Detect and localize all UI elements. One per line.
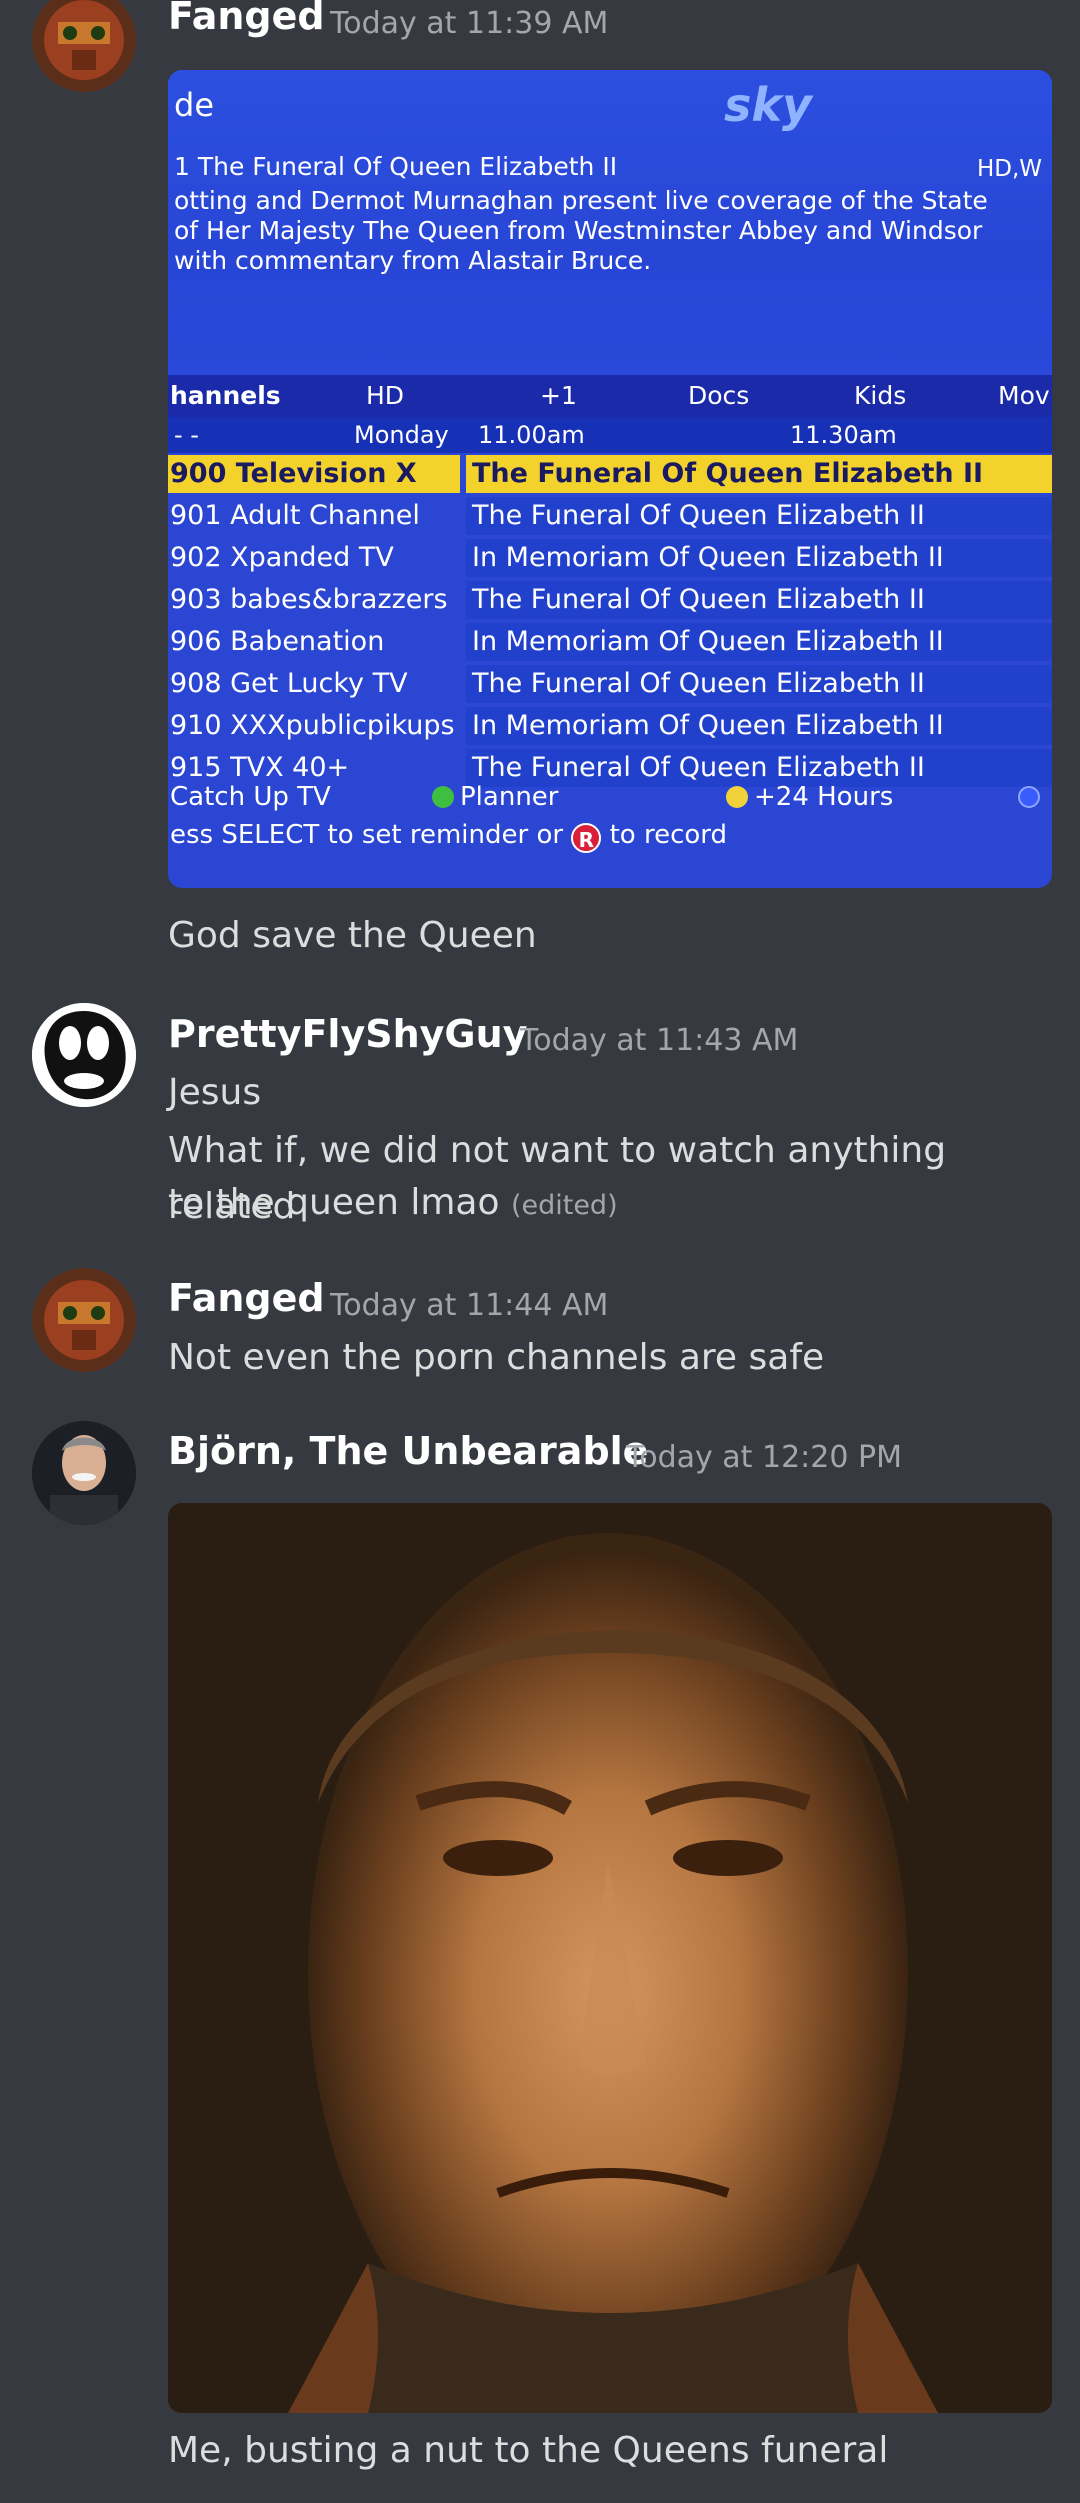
tv-tab: Docs [688, 381, 750, 410]
edited-tag: (edited) [510, 1190, 618, 1221]
tv-row: 906 Babenation In Memoriam Of Queen Eliz… [168, 623, 1052, 663]
instruction-part: to record [609, 820, 728, 850]
message-text: Not even the porn channels are safe [168, 1337, 825, 1378]
message-text-line: to the queen lmao (edited) [168, 1175, 1048, 1234]
program-name: The Funeral Of Queen Elizabeth II [466, 581, 1052, 619]
plus24-text: +24 Hours [754, 782, 894, 812]
avatar[interactable] [32, 1003, 136, 1107]
program-name: The Funeral Of Queen Elizabeth II [466, 665, 1052, 703]
channel-name: 902 Xpanded TV [170, 542, 394, 573]
author-name[interactable]: PrettyFlyShyGuy [168, 1012, 527, 1056]
author-name[interactable]: Fanged [168, 0, 325, 38]
tv-footer: Catch Up TV Planner +24 Hours [168, 782, 1052, 816]
program-name: In Memoriam Of Queen Elizabeth II [466, 707, 1052, 745]
author-name[interactable]: Fanged [168, 1276, 325, 1320]
channel-name: 903 babes&brazzers [170, 584, 448, 615]
channel-name: 900 Television X [168, 455, 460, 493]
channel-name: 908 Get Lucky TV [170, 668, 408, 699]
tv-tab: hannels [170, 381, 281, 410]
message-caption: Me, busting a nut to the Queens funeral [168, 2430, 889, 2471]
planner-label: Planner [432, 782, 558, 812]
instruction-part: ess SELECT to set reminder or [170, 820, 564, 850]
tv-guide-image[interactable]: de sky 1 The Funeral Of Queen Elizabeth … [168, 70, 1052, 888]
avatar[interactable] [32, 1268, 136, 1372]
program-name: The Funeral Of Queen Elizabeth II [466, 455, 1052, 493]
tv-tab: Kids [854, 381, 907, 410]
timestamp: Today at 12:20 PM [626, 1440, 902, 1475]
tv-tab: HD [366, 381, 405, 410]
timestamp: Today at 11:43 AM [520, 1023, 799, 1058]
avatar[interactable] [32, 1421, 136, 1525]
message-text-part: to the queen lmao [168, 1182, 500, 1223]
tv-footer-instructions: ess SELECT to set reminder or R to recor… [168, 820, 1052, 854]
tv-desc-line: of Her Majesty The Queen from Westminste… [174, 216, 983, 245]
tv-desc-line: with commentary from Alastair Bruce. [174, 246, 652, 275]
planner-text: Planner [460, 782, 559, 812]
tv-desc-line: otting and Dermot Murnaghan present live… [174, 186, 988, 215]
green-dot-icon [432, 786, 454, 808]
message-image[interactable] [168, 1503, 1052, 2413]
tv-row: 901 Adult Channel The Funeral Of Queen E… [168, 497, 1052, 537]
message-caption: God save the Queen [168, 915, 537, 956]
tv-program-title: 1 The Funeral Of Queen Elizabeth II [174, 152, 618, 181]
plus24-label: +24 Hours [726, 782, 893, 812]
blue-dot-label [1018, 782, 1046, 812]
tv-info-panel: de sky 1 The Funeral Of Queen Elizabeth … [168, 70, 1052, 375]
tv-time-bar: - - Monday 11.00am 11.30am [168, 417, 1052, 453]
instruction-text: ess SELECT to set reminder or R to recor… [170, 820, 727, 853]
tv-header: de [174, 86, 214, 124]
channel-name: 910 XXXpublicpikups [170, 710, 455, 741]
tv-hdw: HD,W [976, 156, 1042, 182]
channel-name: 901 Adult Channel [170, 500, 420, 531]
channel-name: 906 Babenation [170, 626, 385, 657]
tv-row: 900 Television X The Funeral Of Queen El… [168, 455, 1052, 495]
tv-day: Monday [354, 421, 449, 449]
tv-time: 11.00am [478, 421, 585, 449]
avatar[interactable] [32, 0, 136, 92]
author-name[interactable]: Björn, The Unbearable [168, 1429, 648, 1473]
tv-tabs: hannels HD +1 Docs Kids Mov [168, 375, 1052, 417]
program-name: In Memoriam Of Queen Elizabeth II [466, 623, 1052, 661]
catch-up-label: Catch Up TV [170, 782, 331, 812]
tv-tab: +1 [540, 381, 577, 410]
sky-logo: sky [724, 78, 812, 132]
tv-row: 910 XXXpublicpikups In Memoriam Of Queen… [168, 707, 1052, 747]
tv-day-marker: - - [174, 421, 199, 449]
program-name: In Memoriam Of Queen Elizabeth II [466, 539, 1052, 577]
tv-description: otting and Dermot Murnaghan present live… [174, 186, 1044, 276]
program-name: The Funeral Of Queen Elizabeth II [466, 497, 1052, 535]
tv-row: 903 babes&brazzers The Funeral Of Queen … [168, 581, 1052, 621]
timestamp: Today at 11:39 AM [330, 6, 609, 41]
tv-row: 902 Xpanded TV In Memoriam Of Queen Eliz… [168, 539, 1052, 579]
record-icon: R [571, 823, 602, 853]
yellow-dot-icon [726, 786, 748, 808]
message-text: Jesus [168, 1072, 262, 1113]
tv-row: 908 Get Lucky TV The Funeral Of Queen El… [168, 665, 1052, 705]
tv-tab: Mov [998, 381, 1050, 410]
timestamp: Today at 11:44 AM [330, 1288, 609, 1323]
tv-time: 11.30am [790, 421, 897, 449]
blue-dot-icon [1018, 786, 1040, 808]
